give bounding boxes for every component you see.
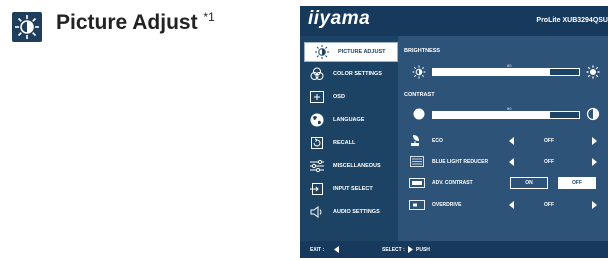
blue-light-next-arrow[interactable] [592,158,597,166]
recall-icon [306,135,328,151]
section-heading: Picture Adjust *1 [0,0,290,50]
osd-header: iiyama ProLite XUB3294QSU [300,6,608,36]
osd-panel: iiyama ProLite XUB3294QSU PICTURE ADJUST… [300,6,608,258]
footnote-number: 1 [208,10,215,24]
push-arrow-icon [408,246,414,255]
contrast-label: CONTRAST [404,92,435,98]
page-title-text: Picture Adjust [56,11,198,34]
osd-footer: EXIT : SELECT : PUSH [300,241,608,258]
select-label: SELECT : [382,247,405,253]
eco-row: ECO OFF [398,134,608,148]
miscellaneous-icon [306,158,328,174]
eco-next-arrow[interactable] [592,137,597,145]
brand-logo: iiyama [308,8,371,29]
adv-contrast-off-button[interactable]: OFF [558,177,596,189]
exit-label: EXIT : [310,247,325,253]
brightness-label: BRIGHTNESS [404,48,441,54]
picture-adjust-icon [12,12,42,42]
brightness-low-icon [412,65,426,79]
overdrive-value: OFF [544,202,554,208]
overdrive-label: OVERDRIVE [432,202,462,208]
audio-settings-icon [306,204,328,220]
brightness-high-icon [586,65,600,79]
menu-label: MISCELLANEOUS [333,163,381,169]
menu-item-color-settings[interactable]: COLOR SETTINGS [300,65,398,83]
menu-label: PICTURE ADJUST [338,49,386,55]
menu-item-recall[interactable]: RECALL [300,134,398,152]
push-label: PUSH [416,247,430,253]
model-name: ProLite XUB3294QSU [536,17,608,24]
menu-item-picture-adjust[interactable]: PICTURE ADJUST [304,42,398,62]
eco-label: ECO [432,138,443,144]
brightness-fill [433,69,550,75]
menu-item-miscellaneous[interactable]: MISCELLANEOUS [300,157,398,175]
settings-panel: BRIGHTNESS 80 CONTRAST 80 ECO OFF BLUE L… [398,36,608,241]
overdrive-prev-arrow[interactable] [509,201,514,209]
language-globe-icon [306,112,328,128]
menu-label: INPUT SELECT [333,186,373,192]
page-title: Picture Adjust *1 [56,10,215,35]
brightness-slider[interactable] [432,68,580,76]
eco-value: OFF [544,138,554,144]
exit-arrow-icon [334,246,340,255]
contrast-fill [433,112,550,118]
menu-label: COLOR SETTINGS [333,71,382,77]
blue-light-row: BLUE LIGHT REDUCER OFF [398,155,608,169]
blue-light-reducer-icon [408,155,426,168]
blue-light-label: BLUE LIGHT REDUCER [432,159,489,165]
overdrive-row: OVERDRIVE OFF [398,198,608,212]
adv-contrast-on-button[interactable]: ON [510,177,548,189]
blue-light-prev-arrow[interactable] [509,158,514,166]
overdrive-icon [408,198,426,211]
contrast-low-icon [412,107,426,121]
picture-adjust-icon [311,44,333,60]
menu-label: LANGUAGE [333,117,365,123]
adv-contrast-icon [408,176,426,189]
menu-label: OSD [333,94,345,100]
adv-contrast-label: ADV. CONTRAST [432,180,473,186]
menu-label: AUDIO SETTINGS [333,209,380,215]
contrast-slider[interactable] [432,111,580,119]
menu-item-osd[interactable]: OSD [300,88,398,106]
menu-item-language[interactable]: LANGUAGE [300,111,398,129]
blue-light-value: OFF [544,159,554,165]
eco-prev-arrow[interactable] [509,137,514,145]
input-select-icon [306,181,328,197]
color-settings-icon [306,66,328,82]
menu-item-input-select[interactable]: INPUT SELECT [300,180,398,198]
eco-icon [408,134,426,147]
menu-item-audio-settings[interactable]: AUDIO SETTINGS [300,203,398,221]
footnote-marker: *1 [203,10,214,24]
adv-contrast-row: ADV. CONTRAST ON OFF [398,176,608,190]
osd-icon [306,89,328,105]
overdrive-next-arrow[interactable] [592,201,597,209]
contrast-high-icon [586,107,600,121]
menu-label: RECALL [333,140,356,146]
osd-menu: PICTURE ADJUST COLOR SETTINGS OSD LANGUA… [300,36,398,241]
